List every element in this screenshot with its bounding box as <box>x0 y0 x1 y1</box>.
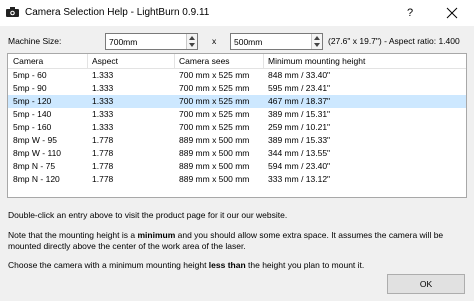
cell-camera: 5mp - 90 <box>13 83 47 93</box>
column-header-min-height[interactable]: Minimum mounting height <box>268 56 365 66</box>
column-divider <box>87 54 88 68</box>
table-row[interactable]: 8mp N - 120 1.778 889 mm x 500 mm 333 mm / … <box>8 173 466 186</box>
help-button[interactable]: ? <box>402 5 418 21</box>
cell-camera: 5mp - 120 <box>13 96 52 106</box>
cell-camera-sees: 889 mm x 500 mm <box>179 135 250 145</box>
column-divider <box>263 54 264 68</box>
table-row[interactable]: 5mp - 90 1.333 700 mm x 525 mm 595 mm / 23.… <box>8 82 466 95</box>
chevron-down-icon[interactable] <box>314 43 320 47</box>
close-icon[interactable] <box>437 3 467 23</box>
height-stepper-arrows[interactable] <box>311 34 322 49</box>
table-row[interactable]: 8mp W - 95 1.778 889 mm x 500 mm 389 mm / 1… <box>8 134 466 147</box>
cell-min-height: 848 mm / 33.40" <box>268 70 331 80</box>
aspect-ratio-text: (27.6" x 19.7") - Aspect ratio: 1.400 <box>328 36 460 46</box>
chevron-up-icon[interactable] <box>189 36 195 40</box>
cell-aspect: 1.778 <box>92 174 114 184</box>
cell-aspect: 1.778 <box>92 161 114 171</box>
table-row[interactable]: 5mp - 140 1.333 700 mm x 525 mm 389 mm / 15… <box>8 108 466 121</box>
machine-size-label: Machine Size: <box>8 36 62 46</box>
machine-width-spinbox[interactable]: 700mm <box>105 33 198 50</box>
cell-min-height: 259 mm / 10.21" <box>268 122 331 132</box>
cell-aspect: 1.333 <box>92 109 114 119</box>
cell-camera: 8mp W - 110 <box>13 148 62 158</box>
window-title: Camera Selection Help - LightBurn 0.9.11 <box>25 7 210 18</box>
cell-camera-sees: 700 mm x 525 mm <box>179 70 250 80</box>
cell-camera: 8mp W - 95 <box>13 135 57 145</box>
cell-aspect: 1.333 <box>92 70 114 80</box>
cell-min-height: 333 mm / 13.12" <box>268 174 331 184</box>
chevron-up-icon[interactable] <box>314 36 320 40</box>
camera-icon <box>6 7 19 17</box>
cell-aspect: 1.333 <box>92 122 114 132</box>
ok-button[interactable]: OK <box>387 274 465 294</box>
camera-table[interactable]: Camera Aspect Camera sees Minimum mounti… <box>7 53 467 198</box>
table-row[interactable]: 5mp - 60 1.333 700 mm x 525 mm 848 mm / 33.… <box>8 69 466 82</box>
cell-min-height: 594 mm / 23.40" <box>268 161 331 171</box>
cell-aspect: 1.778 <box>92 135 114 145</box>
table-row[interactable]: 5mp - 120 1.333 700 mm x 525 mm 467 mm / 18… <box>8 95 466 108</box>
cell-camera-sees: 700 mm x 525 mm <box>179 83 250 93</box>
info-minimum-bold: minimum <box>137 230 176 240</box>
table-row[interactable]: 8mp W - 110 1.778 889 mm x 500 mm 344 mm / … <box>8 147 466 160</box>
info-minimum-text-1: Note that the mounting height is a <box>8 230 138 240</box>
info-minimum-note: Note that the mounting height is a minim… <box>8 230 468 252</box>
cell-min-height: 344 mm / 13.55" <box>268 148 331 158</box>
machine-height-value[interactable]: 500mm <box>234 37 262 47</box>
info-choose-text-1: Choose the camera with a minimum mountin… <box>8 260 209 270</box>
machine-width-value[interactable]: 700mm <box>109 37 137 47</box>
chevron-down-icon[interactable] <box>189 43 195 47</box>
cell-aspect: 1.333 <box>92 96 114 106</box>
table-header: Camera Aspect Camera sees Minimum mounti… <box>8 54 466 69</box>
size-separator: x <box>212 36 217 46</box>
column-header-aspect[interactable]: Aspect <box>92 56 118 66</box>
info-double-click: Double-click an entry above to visit the… <box>8 210 288 220</box>
width-stepper-arrows[interactable] <box>186 34 197 49</box>
cell-camera-sees: 700 mm x 525 mm <box>179 109 250 119</box>
cell-camera: 8mp N - 75 <box>13 161 56 171</box>
machine-height-spinbox[interactable]: 500mm <box>230 33 323 50</box>
cell-camera: 5mp - 160 <box>13 122 52 132</box>
cell-aspect: 1.778 <box>92 148 114 158</box>
column-header-camera-sees[interactable]: Camera sees <box>179 56 230 66</box>
info-choose-note: Choose the camera with a minimum mountin… <box>8 260 468 271</box>
cell-min-height: 389 mm / 15.31" <box>268 109 331 119</box>
cell-min-height: 595 mm / 23.41" <box>268 83 331 93</box>
cell-camera-sees: 700 mm x 525 mm <box>179 96 250 106</box>
cell-camera-sees: 700 mm x 525 mm <box>179 122 250 132</box>
cell-camera-sees: 889 mm x 500 mm <box>179 161 250 171</box>
table-body: 5mp - 60 1.333 700 mm x 525 mm 848 mm / 33.… <box>8 69 466 186</box>
info-choose-bold: less than <box>208 260 246 270</box>
table-row[interactable]: 8mp N - 75 1.778 889 mm x 500 mm 594 mm / 2… <box>8 160 466 173</box>
machine-size-row: Machine Size: 700mm x 500mm (27.6" x 19.… <box>0 33 474 50</box>
cell-aspect: 1.333 <box>92 83 114 93</box>
column-header-camera[interactable]: Camera <box>13 56 43 66</box>
cell-camera: 5mp - 60 <box>13 70 47 80</box>
cell-camera-sees: 889 mm x 500 mm <box>179 174 250 184</box>
cell-camera-sees: 889 mm x 500 mm <box>179 148 250 158</box>
cell-camera: 5mp - 140 <box>13 109 52 119</box>
cell-min-height: 389 mm / 15.33" <box>268 135 331 145</box>
cell-camera: 8mp N - 120 <box>13 174 60 184</box>
info-choose-text-2: the height you plan to mount it. <box>245 260 365 270</box>
title-bar: Camera Selection Help - LightBurn 0.9.11… <box>0 0 474 26</box>
table-row[interactable]: 5mp - 160 1.333 700 mm x 525 mm 259 mm / 10… <box>8 121 466 134</box>
column-divider <box>174 54 175 68</box>
cell-min-height: 467 mm / 18.37" <box>268 96 331 106</box>
